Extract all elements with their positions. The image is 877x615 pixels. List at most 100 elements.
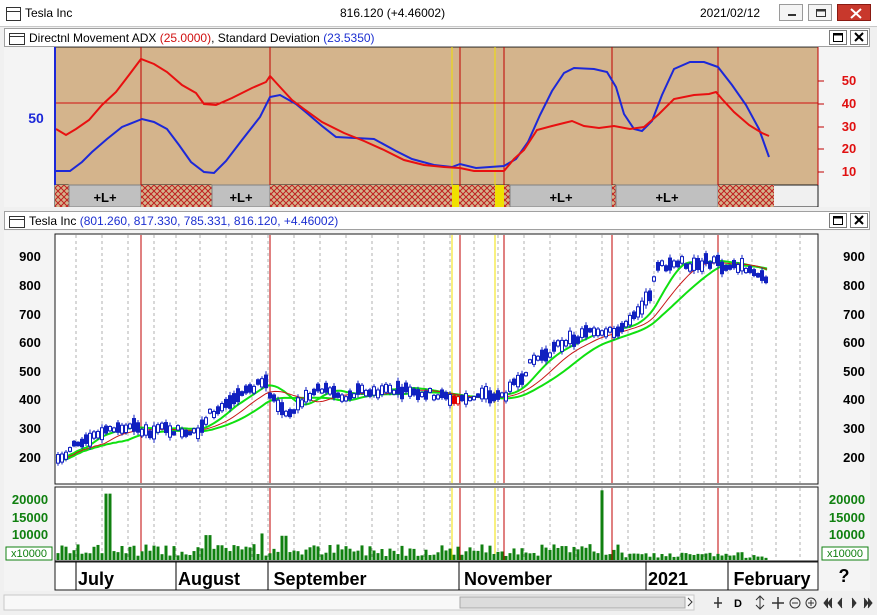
close-button[interactable] bbox=[837, 4, 871, 21]
volume-bar bbox=[468, 547, 472, 560]
volume-bar bbox=[740, 552, 744, 560]
scroll-left-icon[interactable] bbox=[823, 597, 833, 609]
price-bar bbox=[680, 254, 684, 266]
price-bar bbox=[732, 258, 736, 270]
pan-icon[interactable] bbox=[772, 597, 784, 609]
scroll-back-icon[interactable] bbox=[837, 597, 843, 609]
price-bar bbox=[712, 255, 716, 265]
title-bar: Tesla Inc 816.120 (+4.46002) 2021/02/12 bbox=[0, 0, 877, 27]
volume-bar bbox=[528, 553, 532, 560]
price-bar bbox=[500, 391, 504, 398]
volume-bar bbox=[416, 555, 420, 560]
volume-tick-label: 15000 bbox=[829, 510, 865, 525]
minimize-button[interactable] bbox=[779, 4, 803, 21]
band-hatch bbox=[141, 185, 212, 207]
price-bar bbox=[172, 430, 176, 436]
volume-bar bbox=[396, 554, 400, 560]
volume-tick-label: 20000 bbox=[829, 492, 865, 507]
price-bar bbox=[128, 422, 132, 430]
month-label: July bbox=[78, 569, 114, 589]
volume-bar bbox=[100, 553, 104, 560]
price-bar bbox=[344, 395, 348, 403]
volume-bar bbox=[84, 552, 88, 560]
price-bar bbox=[248, 382, 252, 395]
volume-bar bbox=[336, 544, 340, 560]
price-bar bbox=[424, 388, 428, 402]
price-bar bbox=[384, 381, 388, 395]
price-bar bbox=[108, 425, 112, 433]
price-bar bbox=[284, 409, 288, 418]
price-bar bbox=[120, 422, 124, 436]
volume-bar bbox=[168, 555, 172, 560]
price-bar bbox=[492, 391, 496, 403]
stddev-name: , Standard Deviation bbox=[211, 31, 320, 45]
scroll-forward-icon[interactable] bbox=[851, 597, 857, 609]
price-bar bbox=[104, 423, 108, 436]
price-bar bbox=[244, 383, 248, 396]
volume-bar bbox=[120, 546, 124, 560]
volume-bar bbox=[328, 545, 332, 560]
volume-bar bbox=[200, 548, 204, 560]
scroll-end-icon[interactable] bbox=[863, 597, 873, 609]
volume-bar bbox=[520, 548, 524, 560]
volume-bar bbox=[408, 548, 412, 560]
help-button[interactable]: ? bbox=[839, 566, 850, 586]
volume-bar bbox=[316, 546, 320, 560]
pin-icon[interactable] bbox=[714, 597, 722, 608]
vertical-resize-icon[interactable] bbox=[755, 595, 765, 610]
volume-bar bbox=[708, 552, 712, 560]
volume-bar bbox=[712, 556, 716, 560]
volume-bar bbox=[620, 552, 624, 560]
volume-bar bbox=[252, 544, 256, 560]
period-icon[interactable]: D bbox=[734, 598, 742, 610]
adx-pane-close-button[interactable] bbox=[850, 30, 868, 45]
volume-bar bbox=[688, 554, 692, 560]
price-bar bbox=[376, 387, 380, 401]
volume-bar bbox=[64, 546, 68, 560]
volume-bar bbox=[392, 550, 396, 560]
price-bar bbox=[620, 321, 624, 334]
price-pane-restore-button[interactable] bbox=[829, 213, 847, 228]
volume-bar bbox=[308, 547, 312, 560]
price-bar bbox=[292, 408, 296, 415]
volume-bar bbox=[752, 555, 756, 560]
volume-bar bbox=[352, 551, 356, 560]
adx-tick-label: 30 bbox=[842, 119, 856, 134]
volume-bar bbox=[340, 549, 344, 560]
price-bar bbox=[156, 422, 160, 435]
price-bar bbox=[360, 383, 364, 395]
price-pane-header: Tesla Inc (801.260, 817.330, 785.331, 81… bbox=[4, 211, 870, 230]
volume-bar bbox=[452, 554, 456, 560]
price-bar bbox=[736, 262, 740, 275]
band-label: +L+ bbox=[549, 190, 573, 205]
volume-bar bbox=[160, 554, 164, 560]
volume-bar bbox=[264, 555, 268, 560]
price-pane-close-button[interactable] bbox=[850, 213, 868, 228]
volume-bar bbox=[420, 555, 424, 560]
price-bar bbox=[624, 319, 628, 329]
price-bar bbox=[184, 428, 188, 439]
volume-bar bbox=[300, 554, 304, 560]
price-tick-label: 400 bbox=[843, 392, 865, 407]
volume-bar bbox=[76, 544, 80, 560]
volume-bar bbox=[484, 552, 488, 560]
volume-bar bbox=[172, 546, 176, 560]
volume-bar bbox=[728, 555, 732, 560]
price-bar bbox=[440, 387, 444, 400]
adx-pane-restore-button[interactable] bbox=[829, 30, 847, 45]
price-bar bbox=[112, 426, 116, 433]
volume-bar bbox=[148, 550, 152, 560]
month-label: November bbox=[464, 569, 552, 589]
volume-bar bbox=[360, 545, 364, 560]
volume-bar bbox=[104, 493, 108, 560]
price-bar bbox=[96, 429, 100, 440]
restore-button[interactable] bbox=[808, 4, 832, 21]
price-bar bbox=[528, 358, 532, 364]
scrollbar-thumb[interactable] bbox=[459, 596, 686, 609]
volume-bar bbox=[676, 556, 680, 560]
adx-pane-title: Directnl Movement ADX (25.0000), Standar… bbox=[29, 31, 375, 45]
volume-bar bbox=[132, 545, 136, 560]
price-bar bbox=[432, 394, 436, 402]
price-tick-label: 600 bbox=[843, 335, 865, 350]
price-bar bbox=[148, 429, 152, 440]
